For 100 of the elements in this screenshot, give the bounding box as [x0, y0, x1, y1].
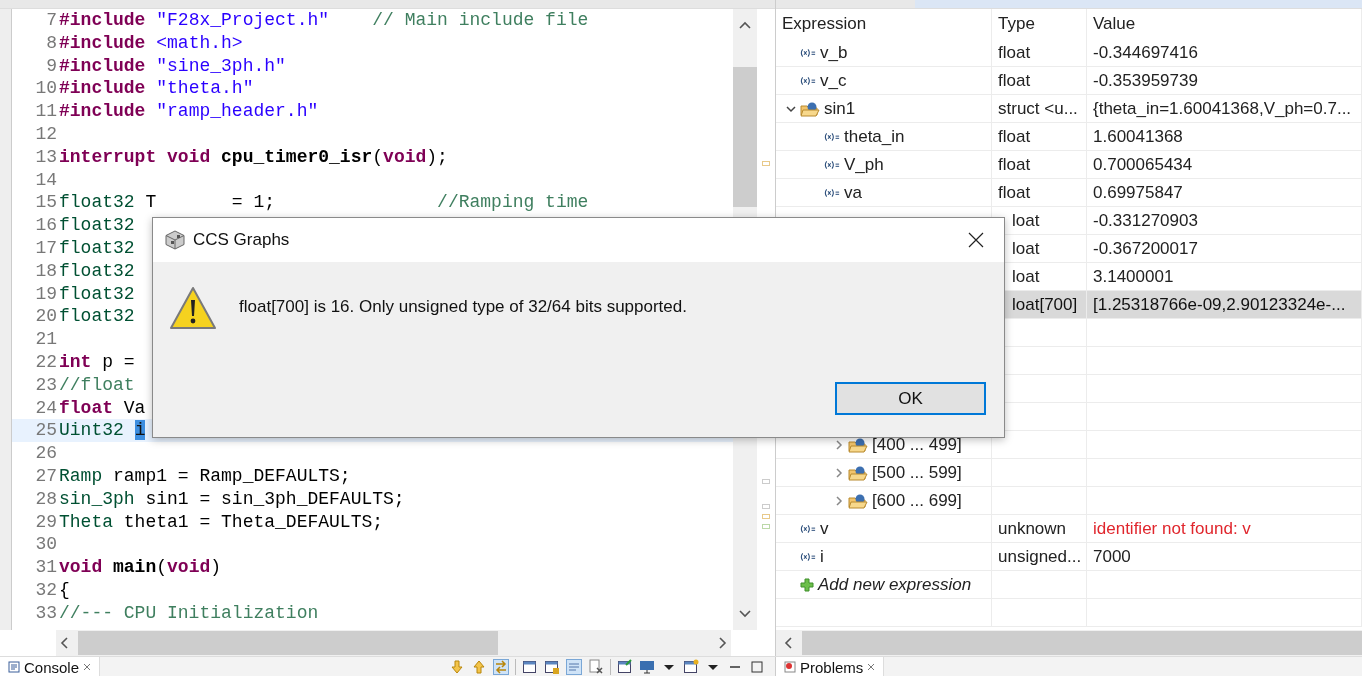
code-line: Ramp ramp1 = Ramp_DEFAULTS; [59, 464, 351, 488]
close-icon[interactable] [968, 232, 984, 248]
scroll-down-icon[interactable] [739, 610, 751, 618]
line-number: 9 [45, 54, 58, 78]
horizontal-scrollbar[interactable] [56, 630, 731, 656]
line-number: 8 [45, 31, 58, 55]
scroll-left-icon[interactable] [60, 637, 68, 649]
variable-icon [800, 523, 816, 534]
dialog-message: float[700] is 16. Only unsigned type of 32/64 bits supported. [239, 297, 687, 317]
chevron-right-icon[interactable] [834, 467, 844, 478]
type-text: float [998, 126, 1031, 147]
code-line: #include <math.h> [59, 31, 243, 55]
value-text: -0.344697416 [1093, 42, 1198, 63]
folder-icon [848, 436, 868, 453]
code-line: int p = [59, 350, 135, 374]
code-line: float32 [59, 214, 135, 237]
variable-icon [800, 75, 816, 86]
monitor-icon[interactable] [639, 659, 655, 675]
chevron-right-icon[interactable] [834, 439, 844, 450]
scroll-thumb[interactable] [78, 631, 498, 655]
line-number: 17 [34, 236, 58, 260]
line-number: 22 [34, 350, 58, 374]
code-line: Theta theta1 = Theta_DEFAULTS; [59, 510, 384, 534]
error-text: identifier not found: v [1093, 518, 1251, 539]
folder-icon [848, 492, 868, 509]
line-number: 28 [34, 487, 58, 511]
console-icon [8, 661, 20, 673]
value-text: -0.367200017 [1093, 238, 1198, 259]
maximize-icon[interactable] [749, 659, 765, 675]
value-text: -0.331270903 [1093, 210, 1198, 231]
console-tab[interactable]: Console [0, 657, 101, 676]
expression-name: i [820, 546, 824, 567]
up-arrow-icon[interactable] [471, 659, 487, 675]
variable-icon [800, 47, 816, 58]
column-header[interactable]: Type [992, 9, 1087, 39]
value-text: 0.700065434 [1093, 154, 1193, 175]
cube-icon [165, 230, 185, 250]
scroll-up-icon[interactable] [739, 21, 751, 29]
type-text: float [998, 182, 1031, 203]
add-expression-link[interactable]: Add new expression [818, 574, 972, 595]
code-line: float32 [59, 282, 135, 306]
type-text: loat [1012, 266, 1040, 287]
problems-tab[interactable]: Problems [776, 657, 885, 676]
horizontal-scrollbar[interactable] [776, 630, 1362, 656]
value-text: 0.69975847 [1093, 182, 1183, 203]
locked-window-icon[interactable] [544, 659, 560, 675]
line-number: 23 [34, 373, 58, 397]
code-line: { [59, 578, 70, 602]
swap-arrows-icon[interactable] [493, 659, 509, 675]
type-text: struct <u... [998, 98, 1078, 119]
folder-icon [848, 464, 868, 481]
chevron-right-icon[interactable] [834, 495, 844, 506]
line-number: 25 [34, 419, 58, 443]
window-icon[interactable] [522, 659, 538, 675]
line-number: 26 [34, 442, 58, 465]
line-number: 30 [34, 533, 58, 557]
type-text: float [998, 42, 1031, 63]
folder-icon [800, 100, 820, 117]
code-line: float32 [59, 259, 135, 283]
code-line: Uint32 i [59, 419, 146, 443]
code-line: void main(void) [59, 556, 222, 579]
problems-icon [784, 661, 796, 673]
expression-name: [500 ... 599] [872, 462, 962, 483]
expression-name: v_c [820, 70, 847, 91]
value-text: -0.353959739 [1093, 70, 1198, 91]
code-line: float32 T = 1; //Ramping time [59, 191, 589, 215]
code-line: float32 [59, 236, 135, 260]
pinned-window-icon[interactable] [617, 659, 633, 675]
column-header[interactable]: Expression [776, 9, 992, 39]
expression-name: v [820, 518, 829, 539]
down-arrow-icon[interactable] [449, 659, 465, 675]
value-text: 7000 [1093, 546, 1131, 567]
clear-icon[interactable] [588, 659, 604, 675]
value-text: {theta_in=1.60041368,V_ph=0.7... [1093, 98, 1352, 119]
code-line: sin_3ph sin1 = sin_3ph_DEFAULTS; [59, 487, 405, 511]
code-line: float32 [59, 305, 135, 329]
plus-icon[interactable] [800, 577, 814, 592]
line-number: 10 [34, 77, 58, 101]
code-line: interrupt void cpu_timer0_isr(void); [59, 145, 448, 169]
column-header[interactable]: Value [1087, 9, 1362, 39]
type-text: loat [1012, 210, 1040, 231]
line-number: 13 [34, 145, 58, 169]
dialog-title: CCS Graphs [193, 230, 290, 250]
code-line: float Va [59, 396, 146, 420]
scroll-thumb[interactable] [733, 67, 757, 207]
expression-name: sin1 [824, 98, 856, 119]
ok-button[interactable]: OK [835, 382, 986, 415]
chevron-down-icon[interactable] [786, 103, 796, 114]
line-number: 7 [45, 9, 58, 32]
line-number: 24 [34, 396, 58, 420]
new-window-icon[interactable] [683, 659, 699, 675]
code-line: //float [59, 373, 135, 397]
line-number: 18 [34, 259, 58, 283]
line-number: 12 [34, 123, 58, 146]
line-number: 21 [34, 328, 58, 351]
scroll-left-icon[interactable] [784, 637, 792, 649]
line-number: 32 [34, 578, 58, 602]
code-line: #include "theta.h" [59, 77, 254, 101]
value-text: 1.60041368 [1093, 126, 1183, 147]
scroll-right-icon[interactable] [719, 637, 727, 649]
